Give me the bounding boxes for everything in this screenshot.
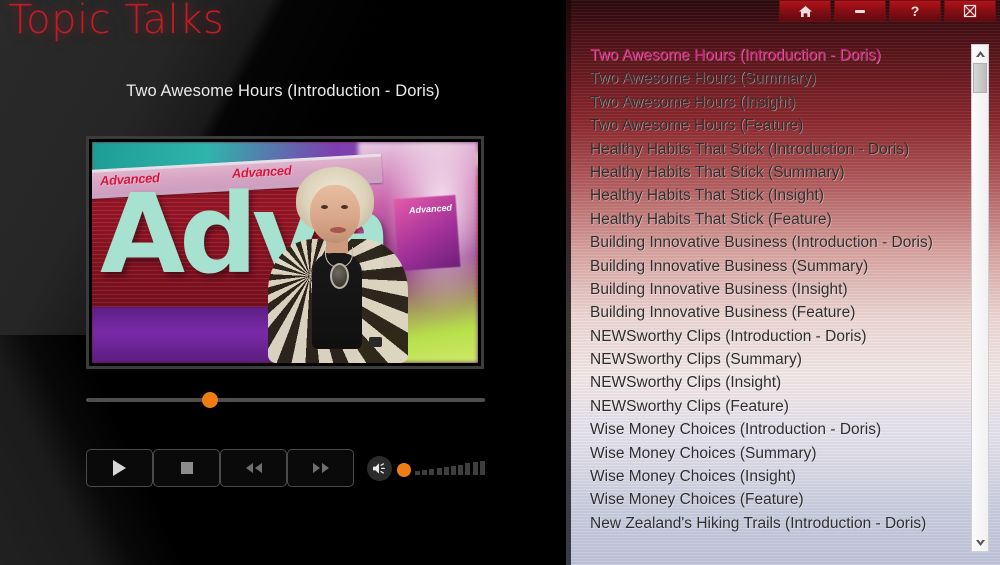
playlist-item[interactable]: Wise Money Choices (Summary) [586, 442, 975, 465]
playlist-item[interactable]: NEWSworthy Clips (Introduction - Doris) [586, 325, 975, 348]
playlist-panel: ? Two Awesome Hours (Introduction - Dori… [566, 0, 1000, 565]
seek-slider[interactable] [86, 392, 485, 408]
help-icon: ? [910, 3, 920, 19]
playlist-item[interactable]: Two Awesome Hours (Summary) [586, 67, 975, 90]
video-player[interactable]: Advanced Advanced Advanced Adva [86, 136, 484, 369]
volume-slider[interactable] [394, 458, 486, 480]
fast-forward-button[interactable] [287, 449, 354, 487]
volume-bar [436, 468, 442, 475]
playlist-item[interactable]: Building Innovative Business (Feature) [586, 301, 975, 324]
playlist-item[interactable]: Two Awesome Hours (Introduction - Doris) [586, 44, 975, 67]
presenter-eye-left [321, 205, 328, 209]
seek-slider-handle[interactable] [201, 392, 218, 408]
volume-bar [465, 463, 471, 475]
playlist-item[interactable]: Building Innovative Business (Introducti… [586, 231, 975, 254]
volume-bar [422, 470, 428, 475]
help-button[interactable]: ? [889, 0, 941, 22]
volume-bar [479, 461, 485, 475]
play-button[interactable] [86, 449, 153, 487]
rewind-icon [245, 463, 262, 473]
chevron-up-icon [975, 50, 985, 57]
chevron-down-icon [975, 539, 985, 546]
play-icon [113, 460, 126, 476]
playlist-item[interactable]: Wise Money Choices (Insight) [586, 465, 975, 488]
video-still-image: Advanced Advanced Advanced Adva [92, 142, 478, 363]
playlist-item[interactable]: NEWSworthy Clips (Feature) [586, 395, 975, 418]
home-icon [798, 5, 812, 17]
playlist-item[interactable]: Building Innovative Business (Insight) [586, 278, 975, 301]
playlist-item[interactable]: Healthy Habits That Stick (Introduction … [586, 138, 975, 161]
speaker-icon[interactable] [367, 456, 392, 481]
presenter-mouth [330, 227, 346, 233]
app-title: Topic Talks [8, 0, 225, 43]
playlist-item[interactable]: Healthy Habits That Stick (Summary) [586, 161, 975, 184]
scrollbar-thumb[interactable] [973, 63, 987, 93]
close-button[interactable] [944, 0, 996, 22]
playlist-item[interactable]: Building Innovative Business (Summary) [586, 255, 975, 278]
presenter-eye-right [341, 205, 348, 209]
volume-bar [472, 462, 478, 475]
window-controls: ? [779, 0, 996, 22]
playlist-item[interactable]: Healthy Habits That Stick (Insight) [586, 184, 975, 207]
volume-bar [458, 465, 464, 475]
playlist-panel-edge [566, 0, 571, 565]
volume-slider-handle[interactable] [397, 463, 411, 477]
topic-talks-app: Topic Talks Two Awesome Hours (Introduct… [0, 0, 1000, 565]
playlist-item[interactable]: Wise Money Choices (Introduction - Doris… [586, 418, 975, 441]
now-playing-title: Two Awesome Hours (Introduction - Doris) [126, 82, 440, 100]
fast-forward-icon [312, 463, 329, 473]
scrollbar-up-button[interactable] [972, 45, 988, 62]
volume-bar [415, 471, 420, 475]
volume-bar [451, 466, 456, 475]
playlist-item[interactable]: New Zealand's Hiking Trails (Introductio… [586, 512, 975, 535]
playlist-item[interactable]: Wise Money Choices (Feature) [586, 488, 975, 511]
close-icon [963, 4, 977, 18]
playlist-item[interactable]: Healthy Habits That Stick (Feature) [586, 208, 975, 231]
home-button[interactable] [779, 0, 831, 22]
scrollbar-down-button[interactable] [972, 534, 988, 551]
playlist-item[interactable]: Two Awesome Hours (Feature) [586, 114, 975, 137]
playlist-item[interactable]: NEWSworthy Clips (Summary) [586, 348, 975, 371]
minimize-button[interactable] [834, 0, 886, 22]
presenter-figure [268, 167, 408, 363]
playlist-item[interactable]: NEWSworthy Clips (Insight) [586, 371, 975, 394]
stop-button[interactable] [153, 449, 220, 487]
presenter-face [310, 185, 360, 243]
playlist-scrollbar[interactable] [971, 44, 989, 552]
presenter-watch [369, 337, 382, 347]
playlist-list[interactable]: Two Awesome Hours (Introduction - Doris)… [586, 44, 975, 552]
stop-icon [180, 462, 193, 474]
rewind-button[interactable] [220, 449, 287, 487]
player-panel: Topic Talks Two Awesome Hours (Introduct… [0, 0, 566, 565]
presenter-necklace-pendant [330, 263, 349, 289]
volume-bar [443, 467, 449, 475]
volume-bar [429, 469, 435, 475]
playlist-item[interactable]: Two Awesome Hours (Insight) [586, 91, 975, 114]
minimize-icon [855, 10, 865, 13]
